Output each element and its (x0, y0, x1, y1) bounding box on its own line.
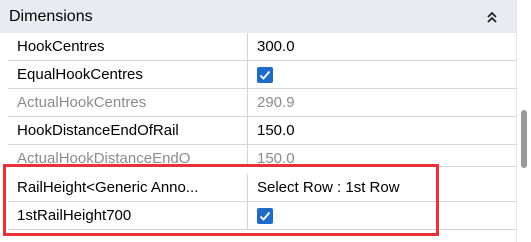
property-name: ActualHookCentres (17, 94, 147, 111)
property-name: ActualHookDistanceEndO (17, 150, 191, 167)
property-value-cell: 290.9 (248, 89, 516, 116)
property-value-cell[interactable] (248, 202, 516, 229)
property-name: EqualHookCentres (17, 66, 143, 83)
scrollbar-thumb[interactable] (521, 110, 527, 168)
section-title: Dimensions (9, 8, 93, 25)
section-header-dimensions[interactable]: Dimensions (0, 0, 516, 33)
property-value[interactable]: Select Row : 1st Row (257, 178, 400, 197)
property-name-cell: 1stRailHeight700 (8, 202, 248, 229)
property-row-hookdistanceendofrail[interactable]: HookDistanceEndOfRail 150.0 (8, 117, 516, 145)
property-name-cell: ActualHookCentres (8, 89, 248, 116)
property-name: RailHeight<Generic Anno... (17, 179, 199, 196)
vertical-scrollbar[interactable] (516, 0, 531, 242)
property-value-cell[interactable] (248, 61, 516, 88)
property-name: 1stRailHeight700 (17, 207, 132, 224)
property-value-cell[interactable]: 300.0 (248, 33, 516, 60)
checkmark-icon (259, 211, 271, 221)
property-row-actualhookcentres: ActualHookCentres 290.9 (8, 89, 516, 117)
double-chevron-up-icon[interactable] (484, 9, 500, 25)
property-name-cell: HookDistanceEndOfRail (8, 117, 248, 144)
property-row-1strailheight700[interactable]: 1stRailHeight700 (8, 202, 516, 230)
first-rail-height-700-checkbox[interactable] (257, 208, 273, 224)
property-name-cell: HookCentres (8, 33, 248, 60)
property-name-cell: EqualHookCentres (8, 61, 248, 88)
property-row-equalhookcentres[interactable]: EqualHookCentres (8, 61, 516, 89)
property-name: HookDistanceEndOfRail (17, 122, 179, 139)
property-value[interactable]: 300.0 (257, 37, 295, 56)
property-name-cell: RailHeight<Generic Anno... (8, 174, 248, 201)
property-row-hookcentres[interactable]: HookCentres 300.0 (8, 33, 516, 61)
property-row-actualhookdistanceendo: ActualHookDistanceEndO 150.0 (8, 145, 516, 167)
property-value: 150.0 (257, 150, 295, 167)
property-name-cell: ActualHookDistanceEndO (8, 145, 248, 167)
checkmark-icon (259, 70, 271, 80)
property-value[interactable]: 150.0 (257, 121, 295, 140)
property-value-cell: 150.0 (248, 145, 516, 167)
properties-panel: Dimensions HookCentres 300.0 EqualHookCe… (0, 0, 531, 242)
property-value-cell[interactable]: Select Row : 1st Row (248, 174, 516, 201)
property-value-cell[interactable]: 150.0 (248, 117, 516, 144)
property-name: HookCentres (17, 38, 105, 55)
equal-hook-centres-checkbox[interactable] (257, 67, 273, 83)
property-row-railheight[interactable]: RailHeight<Generic Anno... Select Row : … (8, 174, 516, 202)
property-value: 290.9 (257, 94, 295, 111)
